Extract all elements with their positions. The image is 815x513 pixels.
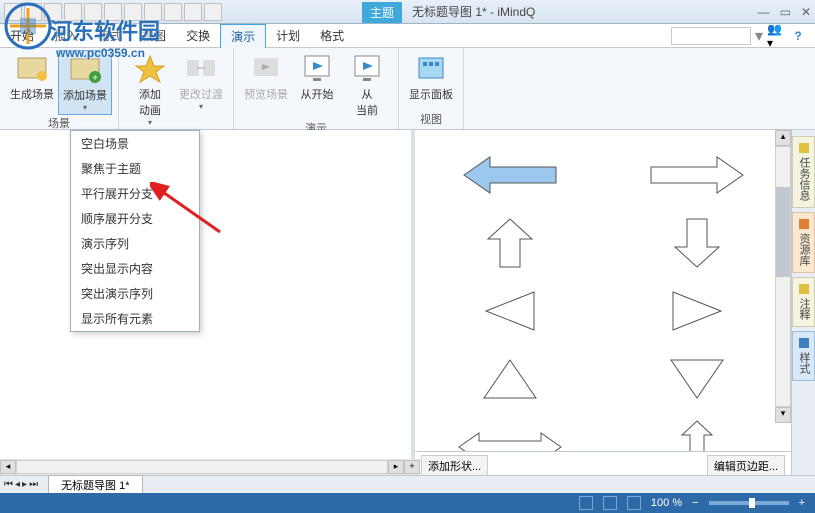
- dropdown-parallel-branch[interactable]: 平行展开分支: [71, 181, 199, 206]
- from-current-button[interactable]: 从 当前: [342, 50, 392, 120]
- shape-arrow-down[interactable]: [618, 214, 775, 272]
- play-from-current-icon: [351, 52, 383, 84]
- qat-save-icon[interactable]: [44, 3, 62, 21]
- qat-new-icon[interactable]: [4, 3, 22, 21]
- view-mode-1-icon[interactable]: [579, 496, 593, 510]
- add-shape-button[interactable]: 添加形状...: [421, 455, 488, 477]
- panel-icon: [415, 52, 447, 84]
- qat-icon-7[interactable]: [124, 3, 142, 21]
- edit-margin-button[interactable]: 编辑页边距...: [707, 455, 785, 477]
- ribbon-group-view-label: 视图: [405, 111, 457, 129]
- shape-arrow-left[interactable]: [431, 146, 588, 204]
- tab-format2[interactable]: 格式: [310, 24, 354, 47]
- tab-presentation[interactable]: 演示: [220, 24, 266, 48]
- minimize-button[interactable]: —: [758, 5, 770, 19]
- qat-icon-9[interactable]: [164, 3, 182, 21]
- tab-home[interactable]: 开始: [0, 24, 44, 47]
- dropdown-show-all[interactable]: 显示所有元素: [71, 306, 199, 331]
- qat-open-icon[interactable]: [24, 3, 42, 21]
- preview-scene-button: 预览场景: [240, 50, 292, 120]
- tab-view[interactable]: 视图: [132, 24, 176, 47]
- qat-icon-10[interactable]: [184, 3, 202, 21]
- maximize-button[interactable]: ▭: [780, 5, 791, 19]
- qat-print-icon[interactable]: [64, 3, 82, 21]
- svg-text:+: +: [92, 73, 98, 84]
- zoom-slider[interactable]: [709, 501, 789, 505]
- tab-insert[interactable]: 插入: [44, 24, 88, 47]
- shape-double-arrow-h[interactable]: [431, 418, 588, 451]
- qat-icon-8[interactable]: [144, 3, 162, 21]
- from-start-button[interactable]: 从开始: [292, 50, 342, 120]
- document-tab-bar: ⏮ ◂ ▸ ⏭ 无标题导图 1*: [0, 475, 815, 493]
- add-scene-button[interactable]: + 添加场景 ▾: [58, 50, 112, 115]
- help-icon[interactable]: ?: [789, 27, 807, 45]
- shape-arrow-right[interactable]: [618, 146, 775, 204]
- qat-redo-icon[interactable]: [104, 3, 122, 21]
- document-tab[interactable]: 无标题导图 1*: [48, 475, 142, 494]
- show-panel-button[interactable]: 显示面板: [405, 50, 457, 111]
- chevron-down-icon: ▾: [83, 103, 87, 112]
- change-transition-button: 更改过渡 ▾: [175, 50, 227, 129]
- chevron-down-icon: ▾: [199, 102, 203, 111]
- chevron-down-icon: ▾: [148, 118, 152, 127]
- shapes-panel: ▴▾ 添加形状... 编辑页边距...: [415, 130, 791, 479]
- transition-icon: [185, 52, 217, 84]
- ribbon-tabs: 开始 插入 格式 视图 交换 演示 计划 格式 ▾ 👥▾ ?: [0, 24, 815, 48]
- dropdown-highlight-content[interactable]: 突出显示内容: [71, 256, 199, 281]
- zoom-out-button[interactable]: −: [692, 497, 698, 509]
- dropdown-highlight-sequence[interactable]: 突出演示序列: [71, 281, 199, 306]
- tab-exchange[interactable]: 交换: [176, 24, 220, 47]
- tab-nav-first[interactable]: ⏮: [4, 479, 13, 490]
- animation-icon: [134, 52, 166, 84]
- side-tab-task-info[interactable]: 任务信息: [792, 136, 815, 208]
- canvas[interactable]: 空白场景 聚焦于主题 平行展开分支 顺序展开分支 演示序列 突出显示内容 突出演…: [0, 130, 415, 479]
- dropdown-focus-topic[interactable]: 聚焦于主题: [71, 156, 199, 181]
- preview-icon: [250, 52, 282, 84]
- side-tab-styles[interactable]: 样式: [792, 331, 815, 381]
- status-bar: 100 % − +: [0, 493, 815, 513]
- add-animation-button[interactable]: 添加 动画 ▾: [125, 50, 175, 129]
- style-dropdown-icon[interactable]: 👥▾: [767, 27, 785, 45]
- tab-plan[interactable]: 计划: [266, 24, 310, 47]
- title-bar: 主题 无标题导图 1* - iMindQ — ▭ ✕: [0, 0, 815, 24]
- qat-icon-11[interactable]: [204, 3, 222, 21]
- window-title: 无标题导图 1* - iMindQ: [412, 3, 535, 20]
- view-mode-3-icon[interactable]: [627, 496, 641, 510]
- close-button[interactable]: ✕: [801, 5, 811, 19]
- side-panel-tabs: 任务信息 资源库 注释 样式: [791, 130, 815, 479]
- tab-nav-next[interactable]: ▸: [22, 479, 27, 490]
- generate-scene-button[interactable]: 生成场景: [6, 50, 58, 115]
- tab-nav-prev[interactable]: ◂: [15, 479, 20, 490]
- search-input[interactable]: [671, 27, 751, 45]
- context-tab-theme[interactable]: 主题: [362, 2, 402, 23]
- play-from-start-icon: [301, 52, 333, 84]
- zoom-level[interactable]: 100 %: [651, 497, 682, 509]
- generate-scene-icon: [16, 52, 48, 84]
- dropdown-blank-scene[interactable]: 空白场景: [71, 131, 199, 156]
- view-mode-2-icon[interactable]: [603, 496, 617, 510]
- workspace: 空白场景 聚焦于主题 平行展开分支 顺序展开分支 演示序列 突出显示内容 突出演…: [0, 130, 815, 479]
- shape-triangle-down[interactable]: [618, 350, 775, 408]
- shape-triangle-up[interactable]: [431, 350, 588, 408]
- ribbon: 生成场景 + 添加场景 ▾ 场景 添加 动画 ▾ 更改过渡 ▾: [0, 48, 815, 130]
- shapes-vscrollbar[interactable]: ▴▾: [775, 130, 791, 423]
- side-tab-resources[interactable]: 资源库: [792, 212, 815, 273]
- add-scene-icon: +: [69, 53, 101, 85]
- canvas-hscrollbar[interactable]: ◂▸+: [0, 459, 420, 475]
- add-page-button[interactable]: +: [404, 460, 420, 474]
- qat-undo-icon[interactable]: [84, 3, 102, 21]
- zoom-in-button[interactable]: +: [799, 497, 805, 509]
- add-scene-dropdown: 空白场景 聚焦于主题 平行展开分支 顺序展开分支 演示序列 突出显示内容 突出演…: [70, 130, 200, 332]
- shape-arrow-up[interactable]: [431, 214, 588, 272]
- dropdown-sequential-branch[interactable]: 顺序展开分支: [71, 206, 199, 231]
- shape-triangle-right[interactable]: [618, 282, 775, 340]
- tab-nav-last[interactable]: ⏭: [29, 479, 38, 490]
- shape-triangle-left[interactable]: [431, 282, 588, 340]
- tab-format[interactable]: 格式: [88, 24, 132, 47]
- side-tab-notes[interactable]: 注释: [792, 277, 815, 327]
- shape-double-arrow-v[interactable]: [618, 418, 775, 451]
- dropdown-present-sequence[interactable]: 演示序列: [71, 231, 199, 256]
